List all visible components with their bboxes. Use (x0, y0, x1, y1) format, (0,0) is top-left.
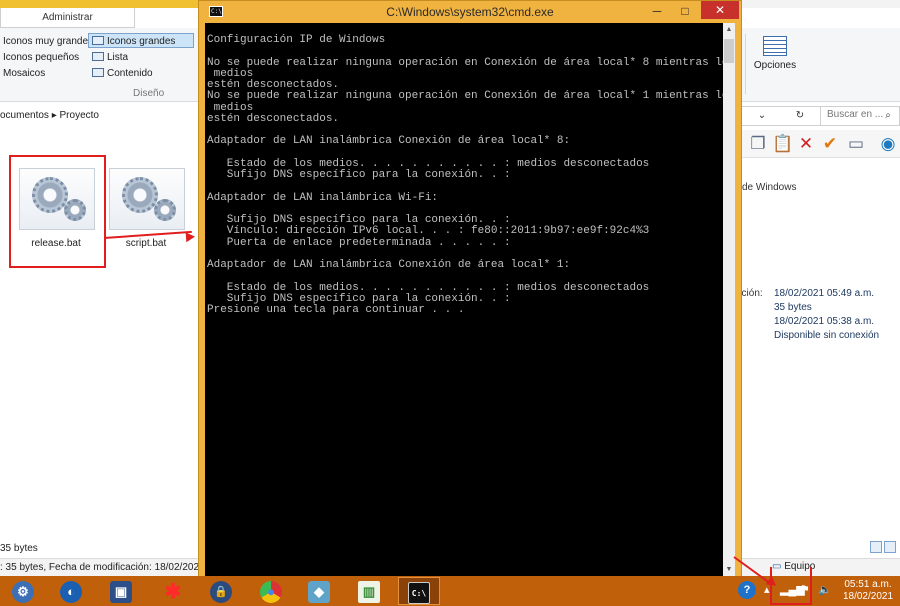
chrome-icon: ● (260, 581, 282, 603)
console-line: No se puede realizar ninguna operación e… (207, 90, 736, 103)
cmd-app-icon[interactable]: C:\ (209, 6, 223, 17)
details-modified: 18/02/2021 05:49 a.m. (774, 288, 875, 299)
dropdown-icon[interactable]: ⌄ (752, 108, 772, 124)
layout-extra-large-icons[interactable]: Iconos muy grandes (3, 34, 93, 49)
console-line: estén desconectados. (207, 112, 340, 125)
search-icon[interactable]: ⌕ (878, 108, 898, 124)
contextual-tab-strip (0, 0, 200, 8)
paste-icon[interactable]: 📋 (772, 134, 793, 154)
bat-file-thumbnail (109, 168, 185, 230)
layout-list[interactable]: Lista (89, 50, 128, 65)
console-area[interactable]: Configuración IP de Windows No se puede … (205, 23, 735, 577)
red-star-icon: ✱ (164, 581, 182, 603)
layout-large-icons-label: Iconos grandes (107, 36, 176, 47)
layout-large-icons[interactable]: Iconos grandes (88, 33, 194, 48)
console-line: Sufijo DNS específico para la conexión. … (207, 169, 511, 181)
console-line: Adaptador de LAN inalámbrica Conexión de… (207, 259, 571, 271)
ribbon-group-label: Diseño (133, 88, 165, 99)
lock-icon: 🔒 (210, 581, 232, 603)
scroll-down-icon[interactable]: ▼ (723, 564, 735, 576)
breadcrumb-item[interactable]: Proyecto (60, 110, 99, 121)
console-output: Configuración IP de Windows No se puede … (207, 34, 736, 316)
help-icon[interactable]: ? (738, 581, 756, 599)
taskbar-app-3[interactable]: ▣ (100, 577, 142, 605)
console-line: Presione una tecla para continuar . . . (207, 304, 465, 316)
remote-desktop-icon: ▣ (110, 581, 132, 603)
large-icons-icon (92, 36, 104, 45)
cmd-title: C:\Windows\system32\cmd.exe (386, 5, 554, 19)
content-icon (92, 68, 104, 77)
scroll-thumb[interactable] (724, 39, 734, 63)
taskbar-app-2[interactable]: ◐ (50, 577, 92, 605)
breadcrumb: ocumentos ▸ Proyecto (0, 106, 99, 126)
globe-icon[interactable]: ◉ (878, 134, 898, 154)
layout-list-label: Lista (107, 52, 129, 63)
cube-icon: ◆ (308, 581, 330, 603)
copy-icon[interactable]: ❐ (748, 134, 768, 154)
list-icon (92, 52, 104, 61)
layout-content[interactable]: Contenido (89, 66, 153, 81)
gears-icon (122, 177, 158, 213)
console-line: Configuración IP de Windows (207, 34, 386, 46)
clock-date: 18/02/2021 (842, 591, 894, 602)
small-gear-icon (154, 199, 176, 221)
clock-time: 05:51 a.m. (844, 579, 892, 590)
layout-content-label: Contenido (107, 68, 153, 79)
annotation-highlight-box (9, 155, 106, 268)
minimize-button[interactable]: ─ (643, 1, 671, 21)
selection-size: 35 bytes (0, 543, 38, 554)
scroll-up-icon[interactable]: ▲ (723, 24, 735, 36)
delete-icon[interactable]: ✕ (796, 134, 816, 154)
file-script-bat[interactable]: script.bat (103, 158, 189, 266)
console-line: Puerta de enlace predeterminada . . . . … (207, 236, 511, 249)
close-button[interactable]: ✕ (701, 1, 739, 19)
ribbon-divider (745, 34, 746, 94)
annotation-tray-highlight (770, 567, 812, 605)
taskbar-app-8[interactable]: ▥ (348, 577, 390, 605)
vertical-scrollbar[interactable]: ▲ ▼ (723, 23, 735, 577)
taskbar-app-6[interactable]: ● (250, 577, 292, 605)
taskbar-app-4[interactable]: ✱ (152, 577, 194, 605)
breadcrumb-item[interactable]: ocumentos (0, 110, 49, 121)
vpn-shield-icon: ◐ (60, 581, 82, 603)
layout-small-icons[interactable]: Iconos pequeños (3, 50, 79, 65)
details-availability: Disponible sin conexión (774, 330, 880, 341)
console-line: No se puede realizar ninguna operación e… (207, 56, 736, 69)
check-icon[interactable]: ✔ (820, 134, 840, 154)
cmd-window: C:\Windows\system32\cmd.exe C:\ ─ □ ✕ Co… (198, 0, 742, 580)
maximize-button[interactable]: □ (671, 1, 699, 21)
volume-icon[interactable]: 🔈 (818, 583, 832, 596)
details-title: de Windows (742, 182, 797, 193)
tab-administrar[interactable]: Administrar (0, 8, 135, 28)
details-size: 35 bytes (774, 302, 812, 313)
properties-icon[interactable]: ▭ (846, 134, 866, 154)
cmd-icon: C:\ (408, 582, 430, 604)
taskbar-app-7[interactable]: ◆ (298, 577, 340, 605)
layout-tiles[interactable]: Mosaicos (3, 66, 45, 81)
options-icon (763, 36, 787, 56)
console-line: Vínculo: dirección IPv6 local. . . : fe8… (207, 225, 650, 238)
taskbar-app-cmd[interactable]: C:\ (398, 577, 440, 605)
taskbar-app-5[interactable]: 🔒 (200, 577, 242, 605)
options-label: Opciones (753, 60, 797, 71)
network-tool-icon: ⚙ (12, 581, 34, 603)
details-created: 18/02/2021 05:38 a.m. (774, 316, 875, 327)
console-line: Adaptador de LAN inalámbrica Wi-Fi: (207, 191, 439, 204)
options-button[interactable]: Opciones (752, 34, 798, 84)
chart-icon: ▥ (358, 581, 380, 603)
details-view-icon[interactable] (870, 541, 882, 553)
breadcrumb-separator-icon: ▸ (51, 110, 60, 121)
file-name: script.bat (125, 238, 167, 249)
view-toggle[interactable] (870, 541, 900, 555)
console-line: Adaptador de LAN inalámbrica Conexión de… (207, 135, 571, 148)
quick-toolbar: ❐ 📋 ✕ ✔ ▭ ◉ (740, 130, 900, 158)
refresh-icon[interactable]: ↻ (790, 108, 810, 124)
taskbar-app-1[interactable]: ⚙ (2, 577, 44, 605)
tiles-view-icon[interactable] (884, 541, 896, 553)
clock[interactable]: 05:51 a.m. 18/02/2021 (838, 579, 898, 603)
